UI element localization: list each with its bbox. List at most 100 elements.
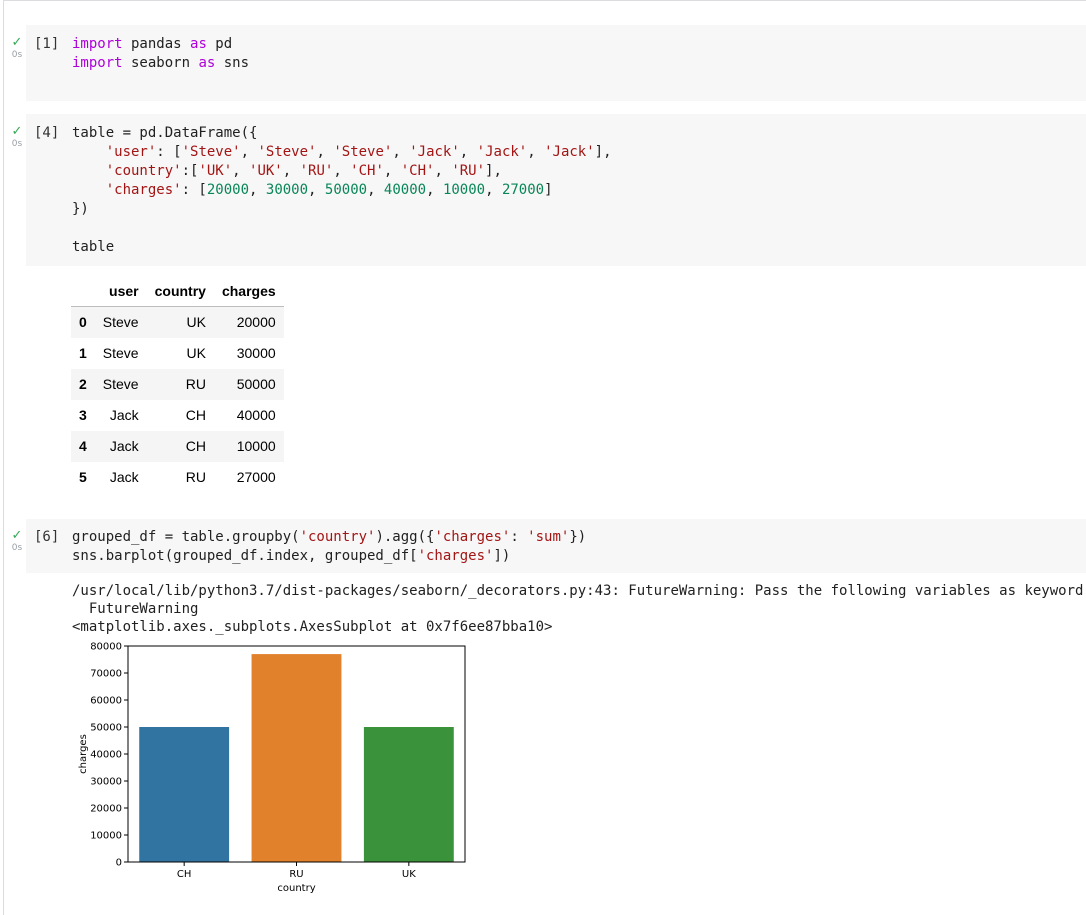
code-token: : [: [156, 144, 182, 160]
y-tick-label: 0: [116, 858, 122, 869]
code-token: 'Jack': [409, 144, 460, 160]
code-token: ,: [485, 182, 502, 198]
column-header-user: user: [94, 276, 147, 307]
table-row: 2 Steve RU 50000: [71, 368, 284, 400]
bar-ru: [251, 654, 342, 862]
cell-user: Steve: [102, 314, 139, 331]
code-token: import: [72, 36, 123, 52]
code-token: 'CH': [350, 163, 384, 179]
code-token: ,: [333, 163, 351, 179]
cell-3-status: ✓ 0s: [9, 529, 25, 554]
code-token: 20000: [206, 182, 250, 198]
cell-charges: 20000: [236, 314, 276, 331]
y-tick-label: 60000: [90, 696, 122, 707]
code-token: 'Jack': [476, 144, 528, 160]
code-token: 'sum': [527, 529, 570, 545]
code-token: 'RU': [299, 163, 334, 179]
cell-charges: 30000: [236, 345, 276, 361]
dataframe-header-row: user country charges: [71, 276, 284, 307]
code-token: ],: [594, 144, 612, 160]
code-token: table: [72, 239, 115, 255]
cell-country: UK: [186, 314, 206, 331]
cell-user: Jack: [109, 469, 139, 485]
row-index: 2: [79, 376, 87, 392]
y-tick-label: 80000: [90, 642, 122, 653]
cell-country: CH: [185, 407, 206, 423]
table-row: 5 Jack RU 27000: [71, 462, 284, 493]
code-token: ,: [308, 182, 325, 198]
y-tick-label: 20000: [90, 804, 122, 815]
y-tick-label: 10000: [90, 831, 122, 842]
cell-charges: 27000: [236, 469, 276, 485]
code-token: sns.barplot(grouped_df.index, grouped_df…: [72, 548, 418, 564]
code-token: 'Steve': [181, 144, 241, 160]
bar-uk: [363, 727, 454, 862]
output-repr: <matplotlib.axes._subplots.AxesSubplot a…: [72, 619, 553, 635]
cell-charges: 50000: [236, 376, 276, 392]
cell-1-code[interactable]: import pandas as pd import seaborn as sn…: [72, 35, 249, 73]
code-token: 'UK': [198, 163, 233, 179]
code-token: :: [510, 529, 528, 545]
row-index: 1: [79, 345, 87, 361]
code-token: 'user': [105, 144, 157, 160]
cell-2-exec-time: 0s: [11, 139, 23, 149]
code-token: 30000: [265, 182, 309, 198]
code-token: pandas: [122, 36, 191, 52]
row-index: 4: [79, 438, 87, 454]
cell-charges: 40000: [236, 407, 276, 423]
code-token: ,: [316, 144, 334, 160]
code-token: ,: [459, 144, 477, 160]
y-tick-label: 50000: [90, 723, 122, 734]
cell-3-prompt[interactable]: [6]: [34, 528, 59, 547]
x-tick-label: RU: [289, 869, 303, 880]
column-header-country: country: [146, 276, 214, 307]
code-token: pd: [206, 36, 233, 52]
cell-country: RU: [185, 469, 206, 485]
code-token: as: [190, 36, 207, 52]
x-tick-label: CH: [177, 869, 192, 880]
code-token: 'Steve': [333, 144, 393, 160]
code-token: :[: [181, 163, 199, 179]
code-token: 'country': [299, 529, 376, 545]
cell-1-prompt[interactable]: [1]: [34, 35, 59, 54]
code-token: as: [198, 55, 216, 71]
x-tick-label: UK: [402, 869, 416, 880]
cell-2-code[interactable]: table = pd.DataFrame({ 'user': ['Steve',…: [72, 124, 612, 257]
y-axis-label: charges: [78, 734, 89, 774]
y-tick-label: 40000: [90, 750, 122, 761]
cell-user: Jack: [109, 407, 139, 423]
cell-2-prompt[interactable]: [4]: [34, 124, 59, 143]
code-token: ,: [527, 144, 545, 160]
table-row: 3 Jack CH 40000: [71, 400, 284, 431]
cell-1-status: ✓ 0s: [9, 35, 25, 61]
notebook-left-border: [3, 0, 4, 915]
code-token: 'country': [105, 163, 182, 179]
cell-3-code[interactable]: grouped_df = table.groupby('country').ag…: [72, 528, 586, 566]
cell-charges: 10000: [236, 438, 276, 454]
code-token: ,: [282, 163, 300, 179]
column-header-charges: charges: [213, 276, 284, 307]
bar-series: [139, 654, 454, 862]
cell-3-exec-time: 0s: [11, 543, 23, 553]
code-token: 'RU': [451, 163, 486, 179]
check-icon: ✓: [11, 35, 23, 50]
code-token: ,: [383, 163, 401, 179]
bar-ch: [139, 727, 230, 862]
table-row: 0 Steve UK 20000: [71, 306, 284, 338]
code-token: : [: [181, 182, 207, 198]
code-token: 'charges': [434, 529, 511, 545]
y-tick-label: 70000: [90, 669, 122, 680]
code-token: }): [569, 529, 587, 545]
code-token: 40000: [383, 182, 427, 198]
code-token: 'charges': [417, 548, 494, 564]
code-token: 'CH': [400, 163, 435, 179]
code-token: 50000: [324, 182, 368, 198]
y-axis: 0 10000 20000 30000 40000 50000 60000 70000 8000…: [90, 642, 128, 869]
code-token: ,: [434, 163, 452, 179]
table-row: 4 Jack CH 10000: [71, 430, 284, 462]
code-token: sns: [215, 55, 250, 71]
cell-country: RU: [185, 376, 206, 392]
